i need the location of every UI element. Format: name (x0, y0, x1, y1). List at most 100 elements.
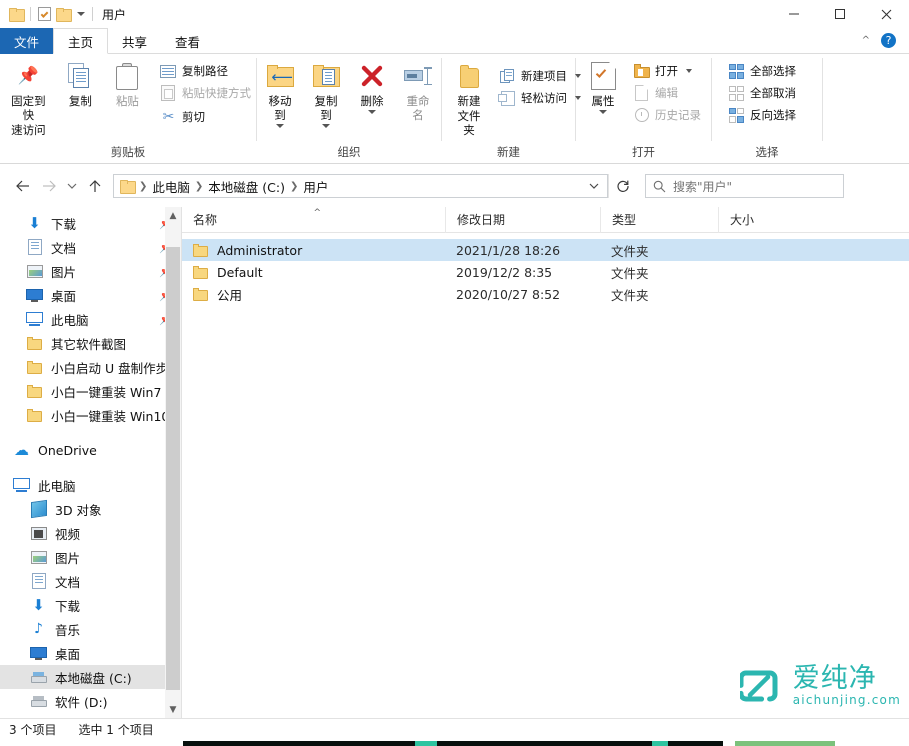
back-button[interactable] (10, 173, 36, 199)
breadcrumb-local-disk[interactable]: 本地磁盘 (C:) (204, 175, 289, 197)
sidebar-item-videos[interactable]: 视频 (0, 521, 181, 545)
column-label: 类型 (612, 213, 637, 227)
tab-view[interactable]: 查看 (161, 28, 214, 54)
column-header-type[interactable]: 类型 (600, 206, 718, 233)
chevron-up-icon[interactable]: ^ (862, 35, 870, 46)
chevron-down-icon[interactable] (322, 124, 330, 128)
pictures-icon (26, 263, 43, 280)
sidebar-item-win10-reinstall[interactable]: 小白一键重装 Win10 (0, 403, 181, 427)
select-none-button[interactable]: 全部取消 (723, 82, 801, 104)
copy-path-button[interactable]: 复制路径 (155, 60, 256, 82)
column-header-size[interactable]: 大小 (718, 206, 818, 233)
refresh-button[interactable] (608, 174, 636, 198)
paste-shortcut-button[interactable]: 粘贴快捷方式 (155, 82, 256, 104)
file-date: 2019/12/2 8:35 (456, 264, 553, 280)
folder-icon (26, 383, 43, 400)
forward-button[interactable] (36, 173, 62, 199)
maximize-button[interactable] (817, 0, 863, 28)
button-label: 打开 (655, 64, 678, 78)
new-folder-button[interactable]: 新建 文件夹 (446, 59, 492, 137)
help-icon[interactable]: ? (881, 33, 896, 48)
scrollbar-thumb[interactable] (166, 247, 180, 690)
new-item-button[interactable]: 新建项目 (494, 65, 586, 87)
bottom-strip (0, 740, 909, 746)
sidebar-item-label: 下载 (51, 216, 77, 232)
sidebar-item-local-disk-c[interactable]: 本地磁盘 (C:) (0, 665, 181, 689)
column-label: 名称 (193, 213, 218, 227)
edit-icon (633, 85, 650, 102)
invert-selection-button[interactable]: 反向选择 (723, 104, 801, 126)
delete-button[interactable]: 删除 (349, 59, 395, 114)
minimize-button[interactable] (771, 0, 817, 28)
search-box[interactable]: 搜索"用户" (645, 174, 844, 198)
sidebar-item-documents-pc[interactable]: 文档 (0, 569, 181, 593)
sidebar-item-desktop[interactable]: 桌面 📌 (0, 283, 181, 307)
status-bar: 3 个项目 选中 1 个项目 (0, 718, 909, 740)
breadcrumb-this-pc[interactable]: 此电脑 (148, 175, 194, 197)
open-icon (633, 63, 650, 80)
sidebar-item-pictures-pc[interactable]: 图片 (0, 545, 181, 569)
scroll-up-arrow-icon[interactable]: ▲ (165, 207, 181, 224)
sidebar-item-usb-steps[interactable]: 小白启动 U 盘制作步 (0, 355, 181, 379)
paste-button[interactable]: 粘贴 (104, 59, 151, 108)
cut-button[interactable]: ✂ 剪切 (155, 106, 256, 128)
sidebar-item-music[interactable]: ♪ 音乐 (0, 617, 181, 641)
file-name-cell: Administrator (182, 243, 445, 258)
move-to-icon: ⟵ (266, 59, 294, 93)
tab-share[interactable]: 共享 (108, 28, 161, 54)
move-to-button[interactable]: ⟵ 移动到 (257, 59, 303, 128)
sidebar-item-other-screenshots[interactable]: 其它软件截图 (0, 331, 181, 355)
copy-to-button[interactable]: 复制到 (303, 59, 349, 128)
close-button[interactable] (863, 0, 909, 28)
tab-file[interactable]: 文件 (0, 28, 54, 54)
copy-button[interactable]: 复制 (57, 59, 104, 108)
open-small-commands: 打开 编辑 历史记录 (628, 59, 706, 126)
chevron-down-icon[interactable] (276, 124, 284, 128)
pin-to-quick-access-button[interactable]: 📌 固定到快 速访问 (0, 59, 57, 137)
sidebar-item-pictures[interactable]: 图片 📌 (0, 259, 181, 283)
address-bar[interactable]: ❯ 此电脑 ❯ 本地磁盘 (C:) ❯ 用户 (113, 174, 608, 198)
sidebar-item-documents[interactable]: 文档 📌 (0, 235, 181, 259)
sidebar-scrollbar[interactable]: ▲ ▼ (165, 207, 181, 718)
sidebar-item-downloads[interactable]: ⬇ 下载 📌 (0, 211, 181, 235)
address-dropdown-button[interactable] (583, 182, 605, 190)
aichunjing-logo-icon (738, 664, 784, 708)
sidebar-item-local-disk-d[interactable]: 软件 (D:) (0, 689, 181, 713)
scroll-down-arrow-icon[interactable]: ▼ (165, 701, 181, 718)
chevron-down-icon[interactable] (686, 69, 692, 73)
sidebar-item-desktop-pc[interactable]: 桌面 (0, 641, 181, 665)
edit-button[interactable]: 编辑 (628, 82, 706, 104)
sidebar-item-downloads-pc[interactable]: ⬇ 下载 (0, 593, 181, 617)
chevron-down-icon[interactable] (599, 110, 607, 114)
open-button[interactable]: 打开 (628, 60, 706, 82)
chevron-down-icon[interactable] (77, 12, 85, 16)
table-row[interactable]: 公用 2020/10/27 8:52 文件夹 (182, 283, 909, 305)
rename-button[interactable]: 重命名 (395, 59, 441, 122)
easy-access-button[interactable]: 轻松访问 (494, 87, 586, 109)
new-folder-icon[interactable] (56, 8, 72, 22)
column-header-date[interactable]: 修改日期 (445, 206, 600, 233)
up-button[interactable] (82, 173, 108, 199)
history-button[interactable]: 历史记录 (628, 104, 706, 126)
invert-selection-icon (728, 107, 745, 124)
sidebar-item-label: 图片 (55, 550, 81, 566)
file-name: 公用 (217, 287, 243, 303)
table-row[interactable]: Administrator 2021/1/28 18:26 文件夹 (182, 239, 909, 261)
table-row[interactable]: Default 2019/12/2 8:35 文件夹 (182, 261, 909, 283)
chevron-down-icon[interactable] (368, 110, 376, 114)
column-header-name[interactable]: ^ 名称 (182, 207, 445, 233)
sidebar-item-onedrive[interactable]: ☁ OneDrive (0, 438, 181, 462)
sidebar-item-this-pc-quick[interactable]: 此电脑 📌 (0, 307, 181, 331)
recent-locations-button[interactable] (62, 173, 82, 199)
folder-icon[interactable] (9, 8, 25, 22)
sidebar-item-3d-objects[interactable]: 3D 对象 (0, 497, 181, 521)
ribbon-group-clipboard: 📌 固定到快 速访问 复制 粘贴 复制路径 粘贴快捷方式 ✂ 剪切 剪贴板 (0, 54, 256, 164)
properties-icon[interactable] (38, 7, 51, 21)
tab-home[interactable]: 主页 (53, 28, 109, 54)
select-all-button[interactable]: 全部选择 (723, 60, 801, 82)
breadcrumb-users[interactable]: 用户 (299, 175, 332, 197)
sidebar-item-win7-reinstall[interactable]: 小白一键重装 Win7 (0, 379, 181, 403)
sidebar-item-this-pc[interactable]: 此电脑 (0, 473, 181, 497)
properties-button[interactable]: 属性 (580, 59, 626, 114)
sidebar-item-label: 小白启动 U 盘制作步 (51, 360, 169, 376)
